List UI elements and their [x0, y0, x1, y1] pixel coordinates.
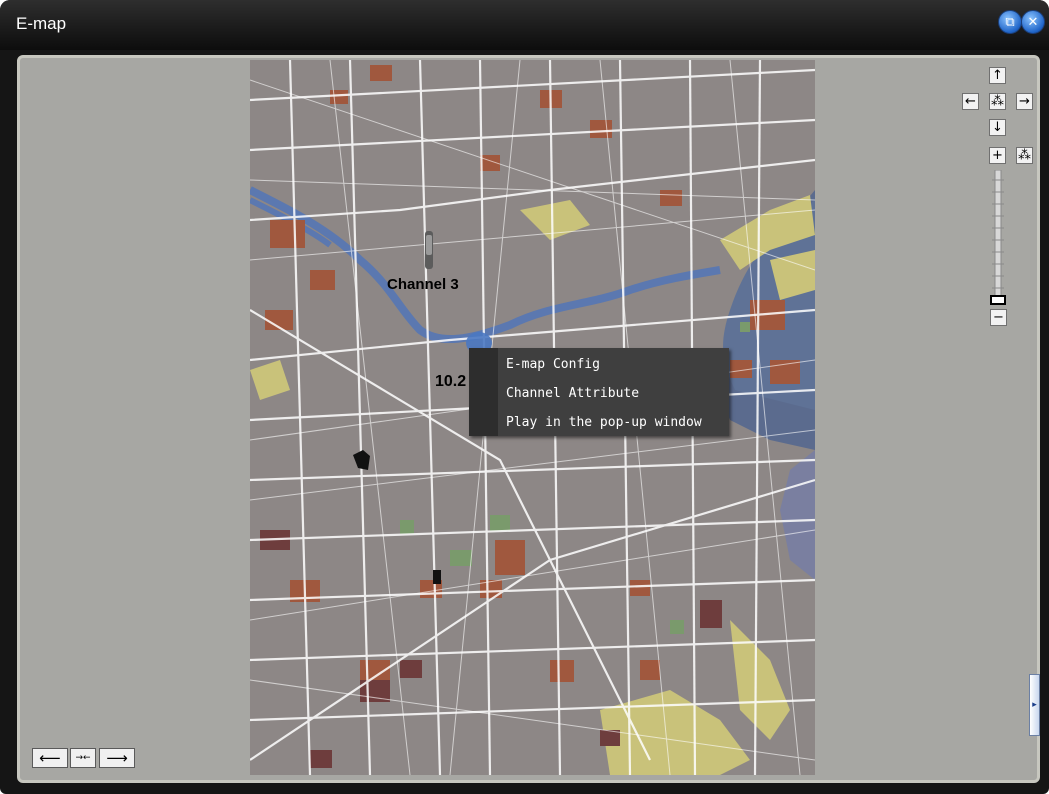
close-icon[interactable]: ✕ [1021, 10, 1045, 34]
menu-item-emap-config[interactable]: E-map Config [506, 357, 600, 372]
pan-up-button[interactable]: ↑ [989, 67, 1006, 84]
pan-center-button[interactable]: ⁂ [989, 93, 1006, 110]
menu-item-play-popup[interactable]: Play in the pop-up window [506, 415, 702, 430]
window-title: E-map [16, 14, 67, 33]
context-menu: E-map Config Channel Attribute Play in t… [469, 348, 729, 436]
camera-icon[interactable] [424, 231, 434, 269]
reset-view-button[interactable]: ⁂ [1016, 147, 1033, 164]
next-map-button[interactable]: ⟶ [99, 748, 135, 768]
expand-panel-handle[interactable]: ▸ [1029, 674, 1040, 736]
zoom-slider[interactable] [990, 169, 1006, 301]
pan-right-button[interactable]: → [1016, 93, 1033, 110]
pan-down-button[interactable]: ↓ [989, 119, 1006, 136]
restore-icon[interactable]: ⧉ [998, 10, 1022, 34]
channel-label[interactable]: Channel 3 [387, 276, 459, 293]
device-label[interactable]: 10.2 [435, 373, 466, 391]
context-menu-gutter [469, 348, 498, 436]
title-bar[interactable]: E-map ⧉ ✕ [0, 0, 1049, 50]
zoom-slider-thumb[interactable] [990, 295, 1006, 305]
zoom-in-button[interactable]: + [989, 147, 1006, 164]
zoom-out-button[interactable]: − [990, 309, 1007, 326]
pan-left-button[interactable]: ← [962, 93, 979, 110]
menu-item-channel-attribute[interactable]: Channel Attribute [506, 386, 639, 401]
fit-map-button[interactable]: →← [70, 748, 96, 768]
previous-map-button[interactable]: ⟵ [32, 748, 68, 768]
